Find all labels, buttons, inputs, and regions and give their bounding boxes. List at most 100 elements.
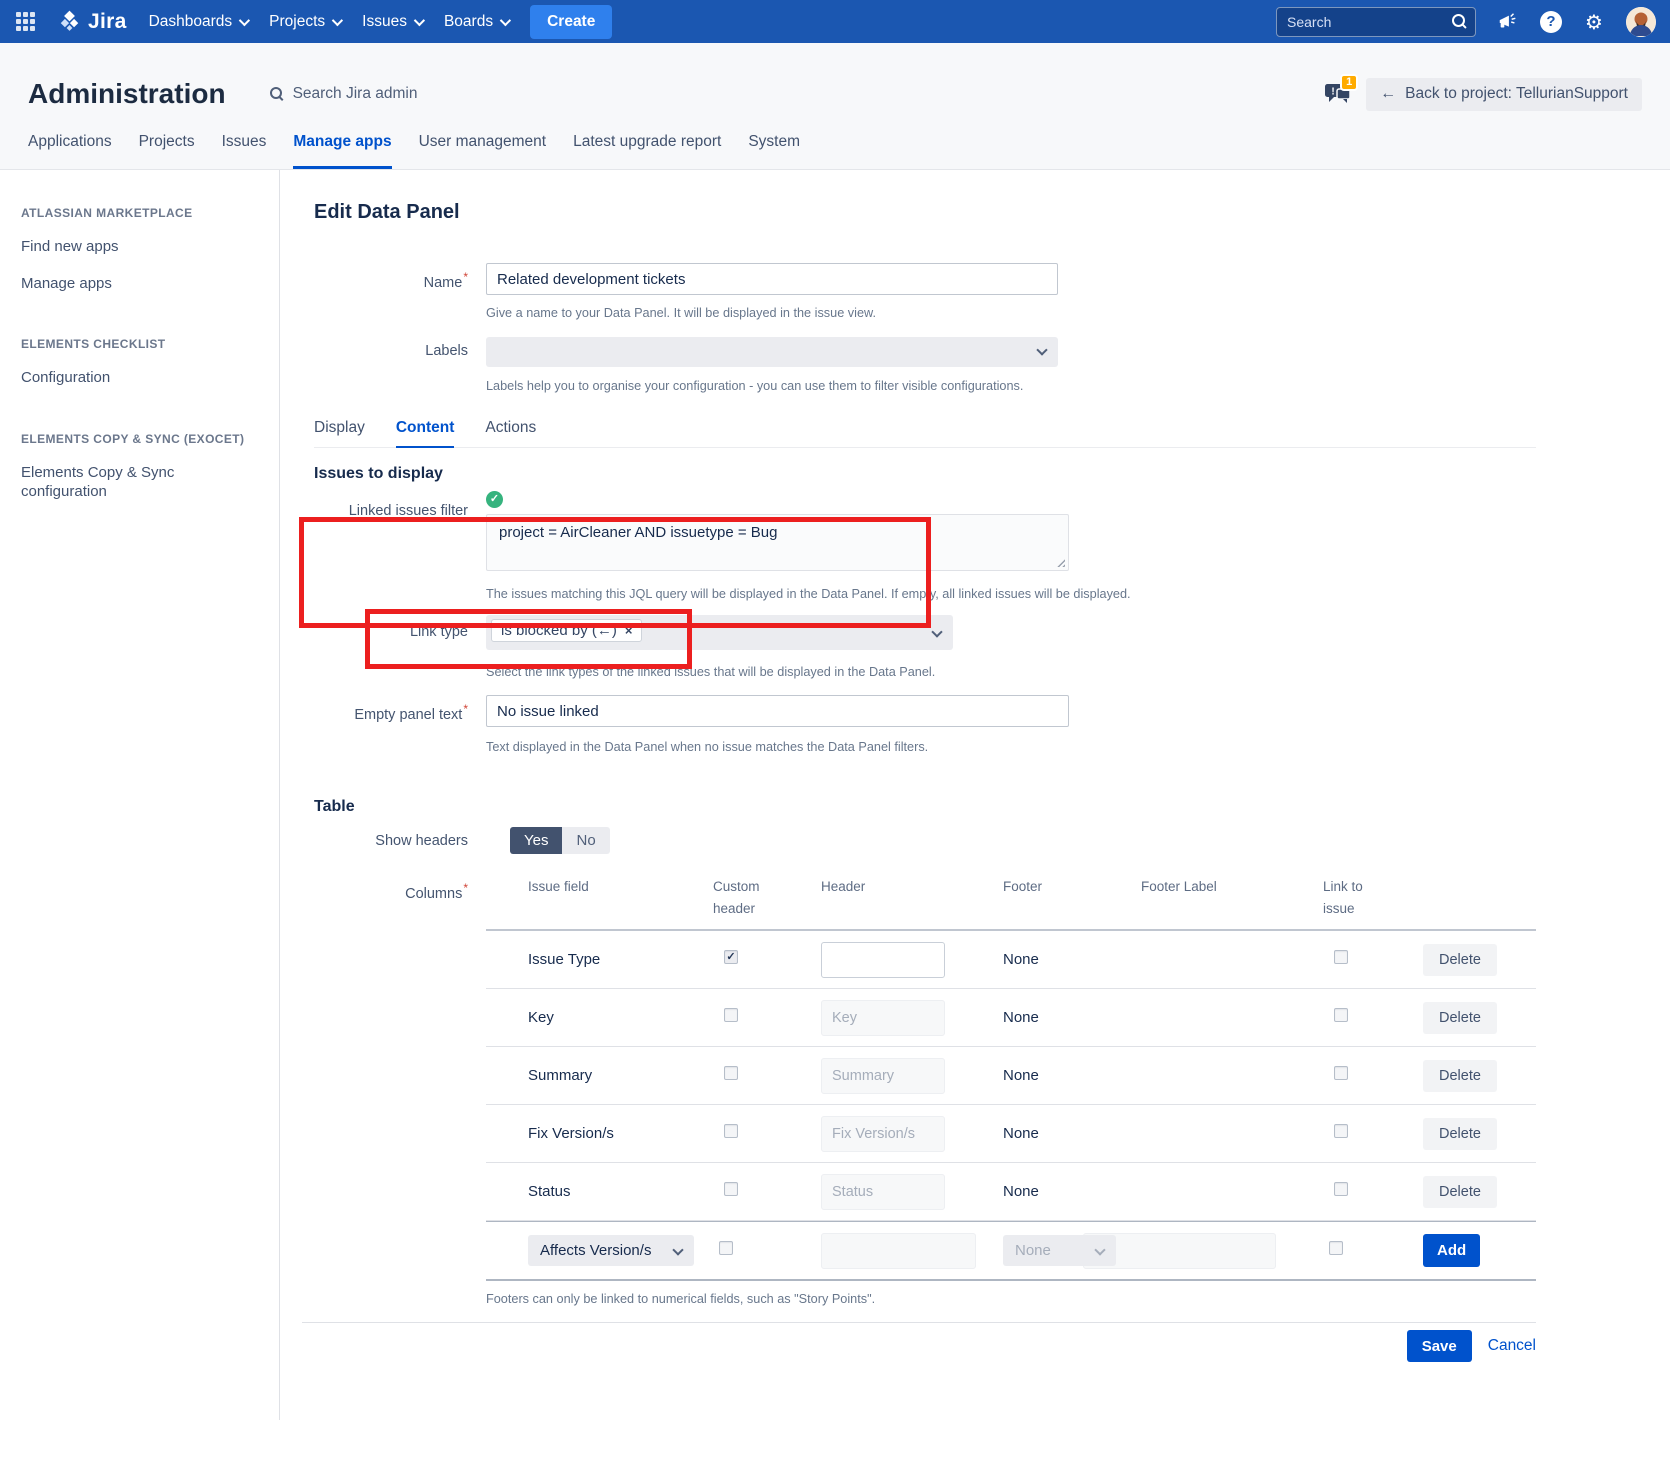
- page-section-title: Administration: [28, 78, 226, 110]
- footer-value: None: [1003, 951, 1141, 968]
- chevron-down-icon: [1036, 344, 1047, 355]
- gear-icon[interactable]: [1583, 11, 1605, 33]
- tab-content[interactable]: Content: [396, 419, 455, 448]
- create-button[interactable]: Create: [530, 5, 612, 39]
- nav-projects[interactable]: Projects: [269, 13, 340, 31]
- link-to-issue-checkbox[interactable]: [1334, 1066, 1348, 1080]
- empty-panel-text-input[interactable]: [486, 695, 1069, 727]
- megaphone-icon[interactable]: [1497, 11, 1519, 33]
- table-row: Summary None Delete: [486, 1047, 1536, 1105]
- chevron-down-icon: [931, 626, 942, 637]
- delete-button[interactable]: Delete: [1423, 1002, 1497, 1034]
- tab-user-management[interactable]: User management: [419, 133, 547, 169]
- sidebar-heading-elements-copy-sync: ELEMENTS COPY & SYNC (EXOCET): [21, 432, 261, 446]
- header-input: [821, 1174, 945, 1210]
- show-headers-yes[interactable]: Yes: [510, 827, 562, 854]
- empty-panel-text-label: Empty panel text*: [302, 695, 468, 723]
- resize-handle[interactable]: [1055, 557, 1065, 567]
- col-header-issue-field: Issue field: [528, 876, 713, 898]
- col-header-custom-header: Custom header: [713, 876, 775, 919]
- linked-issues-filter-textarea[interactable]: project = AirCleaner AND issuetype = Bug: [486, 514, 1069, 571]
- delete-button[interactable]: Delete: [1423, 1060, 1497, 1092]
- issue-field-select[interactable]: Affects Version/s: [528, 1235, 694, 1266]
- labels-help-text: Labels help you to organise your configu…: [486, 379, 1536, 393]
- footer-value: None: [1003, 1067, 1141, 1084]
- show-headers-no[interactable]: No: [562, 827, 609, 854]
- tab-system[interactable]: System: [748, 133, 800, 169]
- jira-mark-icon: [57, 9, 82, 34]
- header-input[interactable]: [821, 1233, 976, 1269]
- sidebar-heading-marketplace: ATLASSIAN MARKETPLACE: [21, 206, 261, 220]
- tab-manage-apps[interactable]: Manage apps: [293, 133, 391, 169]
- search-icon[interactable]: [1452, 14, 1467, 29]
- sidebar-item-manage-apps[interactable]: Manage apps: [21, 274, 206, 294]
- header-input[interactable]: [821, 942, 945, 978]
- svg-text:!: !: [1331, 87, 1334, 98]
- save-button[interactable]: Save: [1407, 1330, 1472, 1362]
- delete-button[interactable]: Delete: [1423, 1118, 1497, 1150]
- required-marker: *: [463, 270, 468, 284]
- tab-issues[interactable]: Issues: [222, 133, 267, 169]
- custom-header-checkbox[interactable]: [724, 1124, 738, 1138]
- chevron-down-icon: [239, 14, 250, 25]
- issue-field-name: Status: [528, 1183, 713, 1200]
- nav-issues[interactable]: Issues: [362, 13, 422, 31]
- custom-header-checkbox[interactable]: [724, 1008, 738, 1022]
- add-column-row: Affects Version/s None Add: [486, 1221, 1536, 1281]
- tab-projects[interactable]: Projects: [139, 133, 195, 169]
- admin-search[interactable]: Search Jira admin: [270, 85, 418, 103]
- sidebar-item-find-new-apps[interactable]: Find new apps: [21, 237, 206, 257]
- global-search-input[interactable]: [1276, 7, 1476, 37]
- admin-tab-bar: Applications Projects Issues Manage apps…: [28, 133, 1642, 169]
- columns-label: Columns*: [302, 876, 468, 1281]
- labels-field-label: Labels: [302, 337, 468, 359]
- table-row: Key None Delete: [486, 989, 1536, 1047]
- custom-header-checkbox[interactable]: [724, 1066, 738, 1080]
- notifications-icon[interactable]: ! 1: [1324, 80, 1354, 108]
- delete-button[interactable]: Delete: [1423, 1176, 1497, 1208]
- link-to-issue-checkbox[interactable]: [1334, 1182, 1348, 1196]
- delete-button[interactable]: Delete: [1423, 944, 1497, 976]
- footer-select[interactable]: None: [1003, 1235, 1116, 1266]
- link-to-issue-checkbox[interactable]: [1334, 1124, 1348, 1138]
- linked-issues-filter-help: The issues matching this JQL query will …: [486, 587, 1536, 601]
- back-to-project-button[interactable]: Back to project: TellurianSupport: [1366, 78, 1642, 111]
- help-icon[interactable]: [1540, 11, 1562, 33]
- custom-header-checkbox[interactable]: [724, 950, 738, 964]
- tab-applications[interactable]: Applications: [28, 133, 112, 169]
- sidebar-item-copy-sync-configuration[interactable]: Elements Copy & Sync configuration: [21, 463, 206, 502]
- name-field-label: Name*: [302, 263, 468, 291]
- header-input: [821, 1000, 945, 1036]
- nav-boards[interactable]: Boards: [444, 13, 508, 31]
- user-avatar[interactable]: [1626, 7, 1656, 37]
- link-to-issue-checkbox[interactable]: [1334, 1008, 1348, 1022]
- labels-select[interactable]: [486, 337, 1058, 367]
- link-type-select[interactable]: is blocked by (←) ×: [486, 615, 953, 650]
- admin-header: Administration Search Jira admin ! 1 Bac…: [0, 43, 1670, 170]
- table-row: Status None Delete: [486, 1163, 1536, 1221]
- col-header-footer: Footer: [1003, 876, 1141, 898]
- search-icon: [270, 87, 285, 102]
- top-navbar: Jira Dashboards Projects Issues Boards C…: [0, 0, 1670, 43]
- sidebar-heading-elements-checklist: ELEMENTS CHECKLIST: [21, 337, 261, 351]
- show-headers-toggle: Yes No: [510, 827, 610, 854]
- sidebar-item-configuration[interactable]: Configuration: [21, 368, 206, 388]
- tab-actions[interactable]: Actions: [485, 419, 536, 448]
- tab-display[interactable]: Display: [314, 419, 365, 448]
- add-button[interactable]: Add: [1423, 1234, 1480, 1267]
- main-content: Edit Data Panel Name* Give a name to you…: [280, 170, 1670, 1420]
- col-header-header: Header: [821, 876, 1003, 898]
- custom-header-checkbox[interactable]: [719, 1241, 733, 1255]
- col-header-link-to-issue: Link to issue: [1323, 876, 1385, 919]
- tab-latest-upgrade-report[interactable]: Latest upgrade report: [573, 133, 721, 169]
- jira-logo[interactable]: Jira: [57, 9, 127, 34]
- custom-header-checkbox[interactable]: [724, 1182, 738, 1196]
- link-to-issue-checkbox[interactable]: [1334, 950, 1348, 964]
- cancel-link[interactable]: Cancel: [1488, 1337, 1536, 1355]
- name-input[interactable]: [486, 263, 1058, 295]
- nav-dashboards[interactable]: Dashboards: [149, 13, 248, 31]
- remove-tag-icon[interactable]: ×: [625, 623, 633, 638]
- app-switcher-icon[interactable]: [16, 12, 35, 31]
- link-to-issue-checkbox[interactable]: [1329, 1241, 1343, 1255]
- header-input: [821, 1116, 945, 1152]
